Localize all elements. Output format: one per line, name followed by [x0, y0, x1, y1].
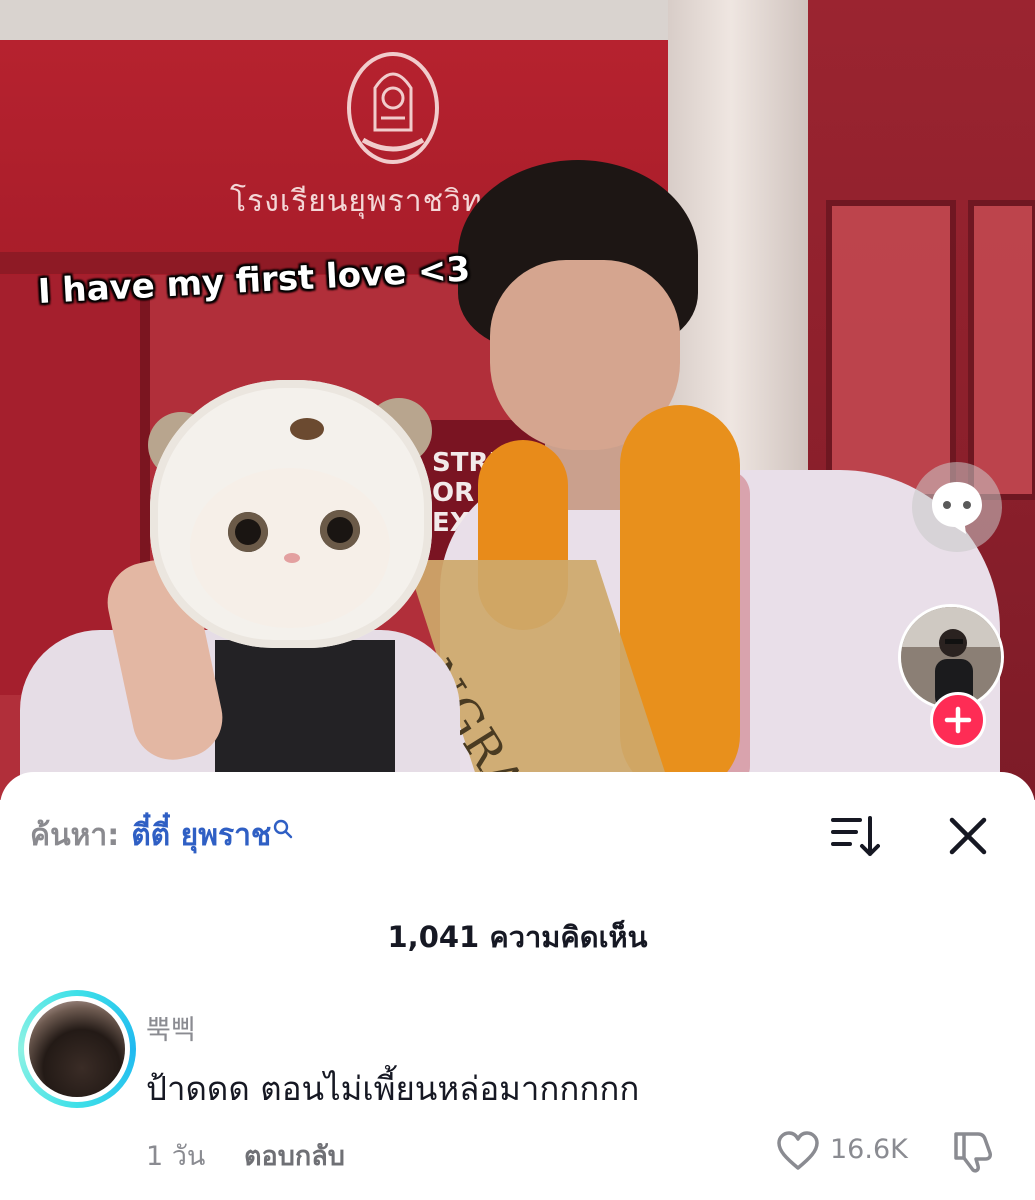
like-count: 16.6K	[830, 1134, 908, 1165]
search-icon	[274, 819, 293, 838]
sort-icon[interactable]	[830, 814, 880, 858]
commenter-username[interactable]: 뿍삑	[146, 1008, 196, 1047]
close-icon[interactable]	[946, 814, 990, 858]
background-window	[968, 200, 1035, 500]
tiktok-comment-screen: โรงเรียนยุพราชวิทยาลัย STRIVE OR YO EXC …	[0, 0, 1035, 1200]
sticker-eye	[320, 510, 360, 550]
heart-icon[interactable]	[776, 1130, 820, 1172]
comment-count: 1,041 ความคิดเห็น	[387, 920, 648, 954]
thumbs-down-icon[interactable]	[950, 1128, 996, 1174]
commenter-photo	[29, 1001, 125, 1097]
reply-button[interactable]: ตอบกลับ	[244, 1134, 345, 1177]
plus-icon	[944, 706, 972, 734]
search-term-link[interactable]: ตี๋ตี๋ ยุพราช	[131, 812, 271, 859]
comment-button[interactable]	[912, 462, 1002, 552]
comment-timestamp: 1 วัน	[146, 1141, 206, 1172]
comments-sheet: ค้นหา: ตี๋ตี๋ ยุพราช 1,041 ความคิดเห็น 뿍…	[0, 772, 1035, 1200]
chat-bubble-icon	[932, 482, 982, 534]
video-player[interactable]: โรงเรียนยุพราชวิทยาลัย STRIVE OR YO EXC …	[0, 0, 1035, 800]
comment-text: ป้าดดด ตอนไม่เพี้ยนหล่อมากกกกก	[146, 1069, 640, 1108]
sticker-bear-nose	[290, 418, 324, 440]
avatar-ring-gap	[24, 996, 130, 1102]
school-emblem-icon	[347, 52, 439, 164]
commenter-avatar[interactable]	[18, 990, 136, 1108]
sticker-nose	[284, 553, 300, 563]
follow-button[interactable]	[930, 692, 986, 748]
sticker-cat-face	[190, 468, 390, 628]
sticker-eye	[228, 512, 268, 552]
search-prefix-label: ค้นหา:	[30, 818, 120, 853]
related-search[interactable]: ค้นหา: ตี๋ตี๋ ยุพราช	[30, 812, 293, 859]
background-window	[826, 200, 956, 500]
